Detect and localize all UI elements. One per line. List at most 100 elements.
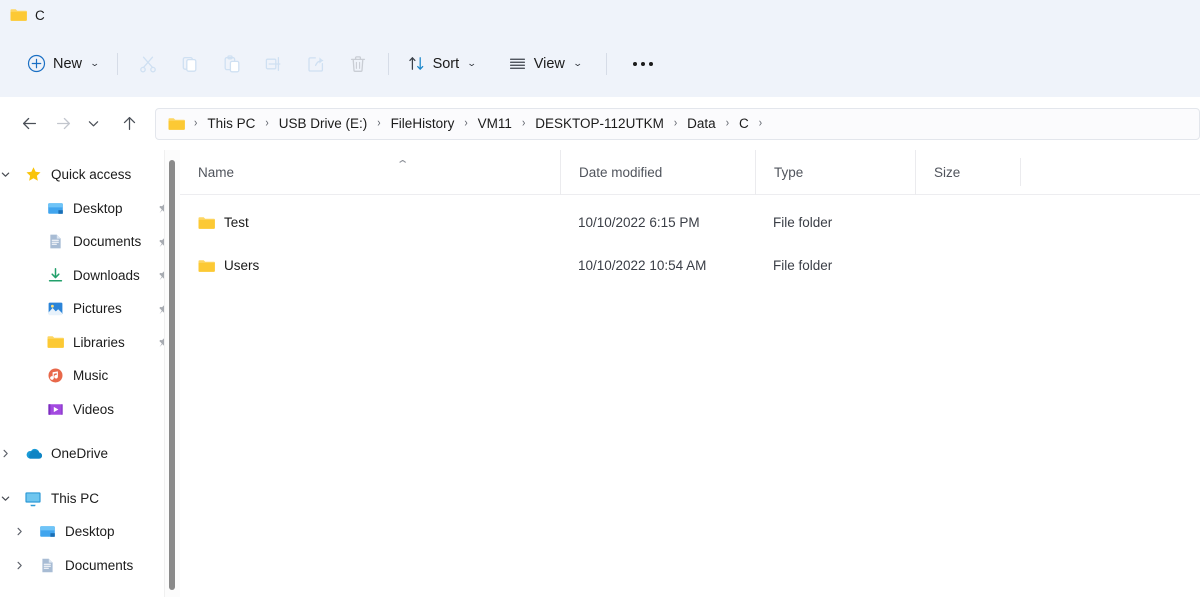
sort-button-label: Sort <box>432 55 460 72</box>
command-toolbar: New ⌄ Sort ⌄ View ⌄ <box>0 30 1200 97</box>
sidebar-item-libraries[interactable]: Libraries <box>0 326 180 360</box>
clipboard-icon <box>222 54 242 74</box>
breadcrumb-address-bar[interactable]: › This PC › USB Drive (E:) › FileHistory… <box>155 107 1200 140</box>
title-bar: C <box>0 0 1200 30</box>
videos-icon <box>44 401 66 418</box>
scissors-icon <box>138 54 158 74</box>
folder-icon <box>198 216 215 230</box>
sidebar-item-label: Documents <box>65 557 134 573</box>
breadcrumb-separator: › <box>265 117 269 130</box>
more-options-button[interactable] <box>622 46 664 82</box>
breadcrumb-item-this-pc[interactable]: This PC <box>201 113 261 134</box>
column-header-size[interactable]: Size <box>915 149 1020 195</box>
breadcrumb-item-filehistory[interactable]: FileHistory <box>385 113 461 134</box>
sidebar-item-this-pc[interactable]: This PC <box>0 482 180 516</box>
column-header-label: Size <box>934 164 961 180</box>
file-name-cell[interactable]: Users <box>180 258 560 273</box>
sidebar-item-label: Quick access <box>51 167 132 183</box>
breadcrumb-separator: › <box>377 117 381 130</box>
column-header-end-divider <box>1020 158 1021 186</box>
column-header-date-modified[interactable]: Date modified <box>560 149 755 195</box>
folder-icon <box>10 8 27 22</box>
sidebar-item-this-pc-desktop[interactable]: Desktop <box>0 515 180 549</box>
chevron-down-icon: ⌄ <box>89 58 100 68</box>
onedrive-icon <box>22 445 44 462</box>
navigation-pane-scrollbar-track[interactable] <box>164 150 180 597</box>
breadcrumb-item-data[interactable]: Data <box>681 113 722 134</box>
back-button[interactable] <box>12 107 46 141</box>
breadcrumb-separator: › <box>194 117 198 130</box>
sidebar-item-pictures[interactable]: Pictures <box>0 292 180 326</box>
up-button[interactable] <box>112 107 146 141</box>
copy-button[interactable] <box>169 46 211 82</box>
toolbar-separator-2 <box>387 52 389 75</box>
column-header-label: Name <box>198 164 235 180</box>
sidebar-item-onedrive[interactable]: OneDrive <box>0 437 180 471</box>
ellipsis-icon <box>633 61 654 66</box>
breadcrumb-item-usb-drive[interactable]: USB Drive (E:) <box>273 113 374 134</box>
sort-ascending-icon: ⌃ <box>395 158 410 171</box>
toolbar-separator-3 <box>606 52 608 75</box>
sidebar-item-music[interactable]: Music <box>0 359 180 393</box>
sidebar-item-label: Desktop <box>73 200 123 216</box>
sidebar-item-label: Pictures <box>73 301 122 317</box>
file-name-label: Test <box>224 215 249 230</box>
breadcrumb-separator: › <box>725 117 730 130</box>
sidebar-item-desktop[interactable]: Desktop <box>0 192 180 226</box>
table-row[interactable]: Users 10/10/2022 10:54 AM File folder <box>180 244 1200 287</box>
file-explorer-window: C New ⌄ Sort ⌄ View ⌄ › This PC › USB Dr… <box>0 0 1200 600</box>
sidebar-item-videos[interactable]: Videos <box>0 393 180 427</box>
sort-button[interactable]: Sort ⌄ <box>398 46 485 82</box>
file-name-cell[interactable]: Test <box>180 215 560 230</box>
cut-button[interactable] <box>127 46 169 82</box>
recent-locations-button[interactable] <box>80 107 106 141</box>
chevron-right-icon[interactable] <box>14 560 36 571</box>
trash-icon <box>348 54 368 74</box>
sidebar-item-label: Music <box>73 368 109 384</box>
rename-button[interactable] <box>253 46 295 82</box>
chevron-right-icon[interactable] <box>14 526 36 537</box>
chevron-down-icon[interactable] <box>0 169 22 180</box>
file-type-cell: File folder <box>773 215 833 230</box>
sidebar-item-label: Desktop <box>65 524 115 540</box>
share-button[interactable] <box>295 46 337 82</box>
sidebar-item-label: Videos <box>73 401 115 417</box>
file-name-label: Users <box>224 258 260 273</box>
delete-button[interactable] <box>337 46 379 82</box>
breadcrumb-item-c[interactable]: C <box>733 113 755 134</box>
chevron-down-icon[interactable] <box>0 493 22 504</box>
breadcrumb-item-desktop-112utkm[interactable]: DESKTOP-112UTKM <box>529 113 670 134</box>
pictures-icon <box>44 300 66 317</box>
window-title: C <box>35 7 45 23</box>
forward-button[interactable] <box>46 107 80 141</box>
chevron-right-icon[interactable] <box>0 448 22 459</box>
column-header-label: Type <box>774 164 804 180</box>
copy-icon <box>180 54 200 74</box>
plus-circle-icon <box>27 54 46 73</box>
file-type-cell: File folder <box>773 258 833 273</box>
sidebar-item-documents[interactable]: Documents <box>0 225 180 259</box>
sidebar-item-this-pc-documents[interactable]: Documents <box>0 549 180 583</box>
new-button-label: New <box>53 55 83 72</box>
navigation-pane-scrollbar-thumb[interactable] <box>169 160 175 590</box>
breadcrumb-separator: › <box>758 117 763 130</box>
breadcrumb-item-vm11[interactable]: VM11 <box>472 113 518 134</box>
folder-icon <box>198 259 215 273</box>
rename-icon <box>264 54 284 74</box>
column-header-type[interactable]: Type <box>755 149 915 195</box>
music-icon <box>44 367 66 384</box>
new-button[interactable]: New ⌄ <box>18 46 108 82</box>
chevron-down-icon: ⌄ <box>572 58 583 68</box>
column-header-name[interactable]: Name ⌃ <box>180 150 560 195</box>
breadcrumb-separator: › <box>464 117 468 130</box>
documents-icon <box>44 233 66 250</box>
chevron-down-icon: ⌄ <box>466 58 478 68</box>
breadcrumb-separator: › <box>673 117 678 130</box>
sidebar-item-quick-access[interactable]: Quick access <box>0 158 180 192</box>
sidebar-item-downloads[interactable]: Downloads <box>0 259 180 293</box>
paste-button[interactable] <box>211 46 253 82</box>
sidebar-item-label: Libraries <box>73 334 125 350</box>
table-row[interactable]: Test 10/10/2022 6:15 PM File folder <box>180 201 1200 244</box>
view-button-label: View <box>533 55 565 72</box>
view-button[interactable]: View ⌄ <box>499 46 591 82</box>
